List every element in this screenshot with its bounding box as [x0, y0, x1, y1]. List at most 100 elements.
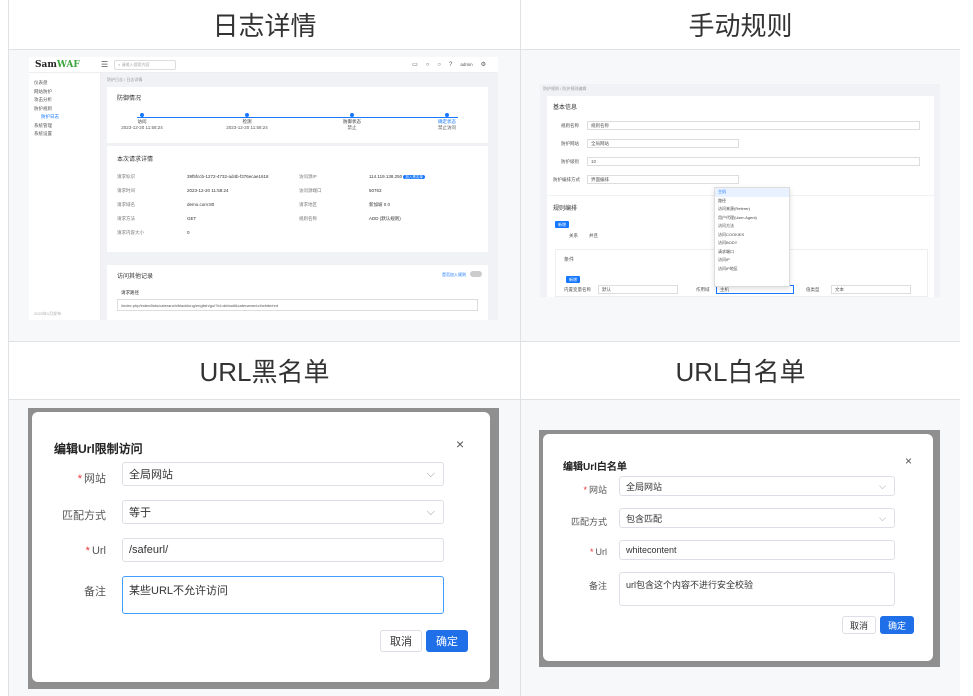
chevron-down-icon: ⌵ — [879, 512, 886, 523]
blacklist-screenshot: 编辑Url限制访问 × * 网站 全局网站 ⌵ 匹配方式 等于 ⌵ * Url /saf… — [28, 408, 499, 689]
field-value: ADD (默认规则) — [369, 216, 401, 221]
notice-icon[interactable]: ▭ — [412, 61, 418, 68]
sidebar-item[interactable]: 网站防护 — [29, 88, 100, 97]
header-log-detail: 日志详情 — [9, 0, 520, 49]
toggle-label: 是否加入规则 — [442, 272, 466, 277]
path-box: /index.php/index/lists/cateranch/blacklu… — [117, 299, 478, 311]
sidebar-item[interactable]: 防护日志 — [29, 113, 100, 122]
field-value: 50763 — [369, 188, 382, 193]
note-label: 备注 — [588, 581, 607, 591]
field-label: 防护网站 — [561, 141, 579, 146]
sidebar: 仪表盘 网站防护 攻击分析 防护规则 防护日志 系统管理 系统设置 2023年1… — [29, 73, 101, 320]
blacklist-tag[interactable]: 加入黑名单 — [403, 175, 425, 179]
site-select[interactable]: 全局网站 ⌵ — [619, 476, 895, 496]
dropdown-option[interactable]: 访问COOKIES — [715, 231, 789, 240]
note-textarea[interactable]: url包含这个内容不进行安全校验 — [619, 572, 895, 606]
user-menu[interactable]: admin — [460, 62, 472, 67]
site-select[interactable]: 全局网站 — [587, 139, 739, 148]
url-label: * Url — [85, 545, 106, 557]
value-select[interactable]: 文本 — [831, 285, 911, 294]
dropdown-option[interactable]: 访问来源(Referer) — [715, 205, 789, 214]
dropdown-option[interactable]: 访问BODY — [715, 239, 789, 248]
other-records-card: 访问其他记录 是否加入规则 请求路径 /index.php/index/list… — [107, 265, 488, 320]
match-select[interactable]: 等于 ⌵ — [122, 500, 444, 524]
step: 确定状态 禁止访问 — [412, 113, 482, 131]
dropdown-option[interactable]: 请求端口 — [715, 248, 789, 257]
app-logo: SamWAF — [35, 59, 80, 70]
dropdown-option[interactable]: 路径 — [715, 197, 789, 206]
dropdown-option[interactable]: 访问IP — [715, 256, 789, 265]
version-label: 2023年1月发布 — [34, 310, 62, 316]
field-value: 114.119.138.250 加入黑名单 — [369, 174, 425, 179]
cancel-button[interactable]: 取消 — [842, 616, 876, 634]
top-bar: SamWAF ☰ ⌕ 请输入搜索内容 ▭ ○ ○ ? admin ⚙ — [29, 57, 498, 73]
cancel-button[interactable]: 取消 — [380, 630, 422, 652]
dropdown-option[interactable]: 主机 — [715, 188, 789, 197]
field-value: demo.com:80 — [187, 202, 215, 207]
menu-icon[interactable]: ☰ — [101, 60, 108, 69]
header-url-whitelist: URL白名单 — [521, 342, 960, 399]
site-label: * 网站 — [77, 473, 106, 485]
basic-info-card: 基本信息 规则名称 规则名称 防护网站 全局网站 防护级别 10 防护编排方式 … — [547, 96, 934, 195]
site-select[interactable]: 全局网站 ⌵ — [122, 462, 444, 486]
mode-select[interactable]: 界面编排 — [587, 175, 739, 184]
progress-line — [137, 117, 458, 118]
header-url-blacklist: URL黑名单 — [9, 342, 520, 399]
note-textarea[interactable]: 某些URL不允许访问 — [122, 576, 444, 614]
field-row: 请求方法 — [117, 216, 135, 221]
match-select[interactable]: 包含匹配 ⌵ — [619, 508, 895, 528]
field-row: 请求域名 — [117, 202, 135, 207]
match-label: 匹配方式 — [62, 510, 106, 522]
condition-add-button[interactable]: 新增 — [566, 276, 580, 283]
section-title: 本次请求详情 — [117, 157, 154, 163]
sidebar-item[interactable]: 仪表盘 — [29, 79, 100, 88]
confirm-button[interactable]: 确定 — [426, 630, 468, 652]
close-icon[interactable]: × — [456, 436, 464, 452]
breadcrumb: 防护日志 / 日志详情 — [107, 77, 143, 82]
section-title: 规则编排 — [553, 206, 578, 212]
cond-select[interactable]: 默认 — [598, 285, 678, 294]
dialog-title: 编辑Url限制访问 — [54, 442, 143, 456]
confirm-button[interactable]: 确定 — [880, 616, 914, 634]
note-label: 备注 — [84, 586, 106, 598]
step: 访问 2023-12-20 11:58:24 — [107, 113, 177, 130]
manual-rules-screenshot: 防护规则 / 防护规则编辑 基本信息 规则名称 规则名称 防护网站 全局网站 防… — [540, 84, 940, 297]
theme-icon[interactable]: ○ — [426, 62, 430, 68]
relation-value[interactable]: 并且 — [589, 233, 598, 239]
help-icon[interactable]: ? — [449, 62, 452, 68]
field-row: 请求地区 — [299, 202, 317, 207]
search-input[interactable]: ⌕ 请输入搜索内容 — [114, 59, 177, 70]
section-title: 访问其他记录 — [117, 274, 154, 280]
section-title: 基本信息 — [553, 105, 578, 111]
field-row: 请求内容大小 — [117, 230, 144, 235]
toggle-switch[interactable] — [470, 271, 482, 277]
level-input[interactable]: 10 — [587, 157, 920, 166]
sidebar-item[interactable]: 防护规则 — [29, 105, 100, 114]
sidebar-item[interactable]: 系统管理 — [29, 122, 100, 131]
field-value: GET — [187, 216, 197, 221]
field-value: 2023-12-20 11:58:24 — [187, 188, 229, 193]
url-label: * Url — [589, 547, 607, 557]
add-button[interactable]: 新增 — [555, 221, 569, 228]
settings-icon[interactable]: ⚙ — [481, 61, 486, 68]
field-label: 规则名称 — [561, 123, 579, 128]
rule-name-input[interactable]: 规则名称 — [587, 121, 920, 130]
field-row: 请求标识 — [117, 174, 135, 179]
match-label: 匹配方式 — [570, 517, 607, 527]
main-area: 防护日志 / 日志详情 防御情况 访问 2023-12-20 11:58:24 检… — [101, 73, 498, 320]
sidebar-item[interactable]: 系统设置 — [29, 130, 100, 139]
refresh-icon[interactable]: ○ — [437, 62, 441, 68]
scope-dropdown: 主机 路径 访问来源(Referer) 用户代理(User-Agent) 访问方… — [714, 187, 790, 287]
dropdown-option[interactable]: 用户代理(User-Agent) — [715, 214, 789, 223]
close-icon[interactable]: × — [905, 454, 912, 468]
chevron-down-icon: ⌵ — [879, 480, 886, 491]
whitelist-dialog: 编辑Url白名单 × * 网站 全局网站 ⌵ 匹配方式 包含匹配 ⌵ * Url whi… — [543, 434, 933, 661]
field-value: 39f5fccb-1272-4732-ad4b-f376ecae1618 — [187, 174, 269, 179]
field-row: 规则名称 — [299, 216, 317, 221]
sidebar-item[interactable]: 攻击分析 — [29, 96, 100, 105]
cond-label: 内置变量名称 — [564, 287, 591, 292]
url-input[interactable]: whitecontent — [619, 540, 895, 560]
dropdown-option[interactable]: 访问IP地区 — [715, 265, 789, 274]
dropdown-option[interactable]: 访问方法 — [715, 222, 789, 231]
url-input[interactable]: /safeurl/ — [122, 538, 444, 562]
